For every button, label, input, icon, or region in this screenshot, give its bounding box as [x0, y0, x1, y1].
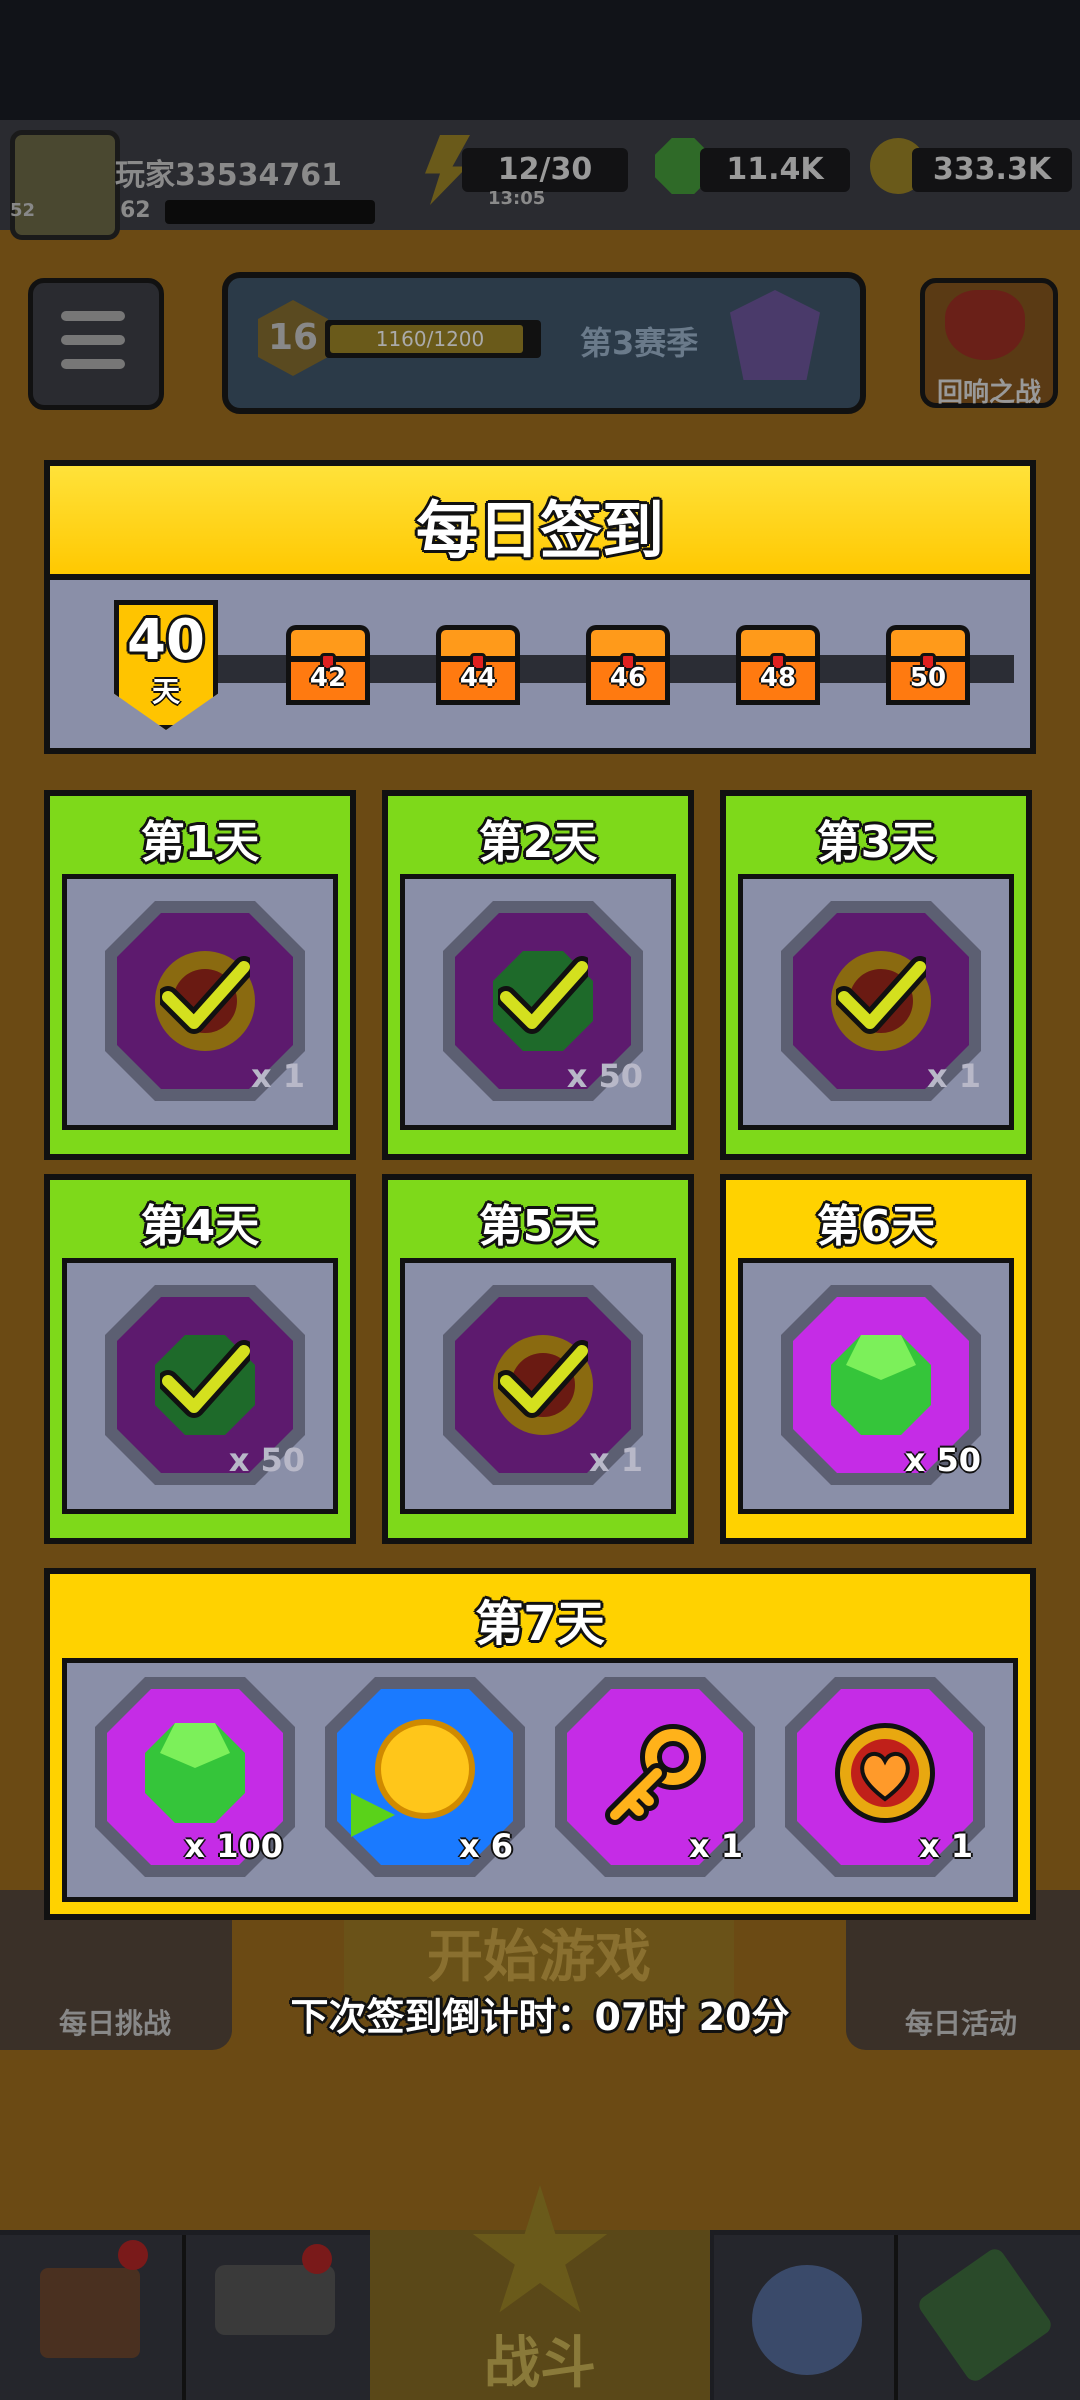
- streak-days-count: 40: [127, 608, 205, 673]
- day-card-title: 第5天: [478, 1201, 598, 1252]
- day-card-title: 第4天: [140, 1201, 260, 1252]
- day-card-title: 第2天: [478, 817, 598, 868]
- echo-battle-label: 回响之战: [936, 378, 1041, 408]
- day-card-title: 第1天: [140, 817, 260, 868]
- checkmark-icon: [833, 951, 931, 1041]
- notification-badge: [118, 2240, 148, 2270]
- start-game-label: 开始游戏: [427, 1925, 651, 1990]
- reward-count: x 6: [458, 1827, 513, 1865]
- reward-count: x 50: [904, 1441, 981, 1479]
- nav-battle-label: 战斗: [484, 2331, 596, 2396]
- milestone-day: 48: [759, 663, 797, 693]
- reward-count: x 100: [184, 1827, 283, 1865]
- shop-icon: [40, 2268, 140, 2358]
- coin-counter: 333.3K: [912, 148, 1072, 192]
- day-card-3[interactable]: 第3天 x 1: [720, 790, 1032, 1160]
- gun-icon: [215, 2265, 335, 2335]
- streak-days-unit: 天: [151, 675, 180, 708]
- milestone-day: 42: [309, 663, 347, 693]
- season-progress-text: 1160/1200: [375, 327, 485, 351]
- energy-timer: 13:05: [488, 188, 546, 209]
- menu-button[interactable]: [28, 278, 164, 410]
- reward-count: x 1: [918, 1827, 973, 1865]
- day-card-2[interactable]: 第2天 x 50: [382, 790, 694, 1160]
- day-card-6[interactable]: 第6天 x 50: [720, 1174, 1032, 1544]
- day-card-title: 第3天: [816, 817, 936, 868]
- avatar-level-badge: 52: [10, 200, 36, 221]
- day-card-5[interactable]: 第5天 x 1: [382, 1174, 694, 1544]
- next-checkin-countdown: 下次签到倒计时：07时 20分: [290, 1995, 790, 2039]
- checkmark-icon: [157, 951, 255, 1041]
- menu-icon: [61, 311, 125, 321]
- milestone-chest[interactable]: 42: [286, 625, 370, 705]
- reward-count: x 50: [566, 1057, 643, 1095]
- day-card-title: 第7天: [475, 1596, 605, 1652]
- upgrade-badge: [302, 2244, 332, 2274]
- day-card-1[interactable]: 第1天 x 1: [44, 790, 356, 1160]
- key-icon: [599, 1721, 709, 1831]
- checkmark-icon: [495, 951, 593, 1041]
- demon-face-icon: [945, 290, 1025, 360]
- player-xp-bar: [165, 200, 375, 224]
- reward-count: x 1: [250, 1057, 305, 1095]
- season-name: 第3赛季: [580, 324, 699, 362]
- milestone-chest[interactable]: 50: [886, 625, 970, 705]
- skill-orb-icon: [752, 2265, 862, 2375]
- milestone-chest[interactable]: 44: [436, 625, 520, 705]
- reward-count: x 1: [588, 1441, 643, 1479]
- day-card-7[interactable]: 第7天 x 100 x 6 x 1 x 1: [44, 1568, 1036, 1920]
- reward-count: x 1: [688, 1827, 743, 1865]
- checkmark-icon: [495, 1335, 593, 1425]
- milestone-chest[interactable]: 46: [586, 625, 670, 705]
- reward-count: x 50: [228, 1441, 305, 1479]
- popup-title: 每日签到: [415, 494, 664, 567]
- day-card-4[interactable]: 第4天 x 50: [44, 1174, 356, 1544]
- checkmark-icon: [157, 1335, 255, 1425]
- heart-icon: [855, 1747, 915, 1803]
- gem-counter: 11.4K: [700, 148, 850, 192]
- coin-icon: [375, 1719, 475, 1819]
- milestone-day: 46: [609, 663, 647, 693]
- day-card-title: 第6天: [816, 1201, 936, 1252]
- milestone-day: 44: [459, 663, 497, 693]
- player-level: 62: [120, 198, 151, 223]
- milestone-chest[interactable]: 48: [736, 625, 820, 705]
- milestone-day: 50: [909, 663, 947, 693]
- daily-checkin-popup: 每日签到 40 天 42 44 46 48 50 第1天 x 1 第2天 x 5…: [44, 460, 1036, 1920]
- player-name: 玩家33534761: [115, 158, 342, 193]
- player-avatar[interactable]: [10, 130, 120, 240]
- reward-count: x 1: [926, 1057, 981, 1095]
- energy-counter: 12/30: [462, 148, 628, 192]
